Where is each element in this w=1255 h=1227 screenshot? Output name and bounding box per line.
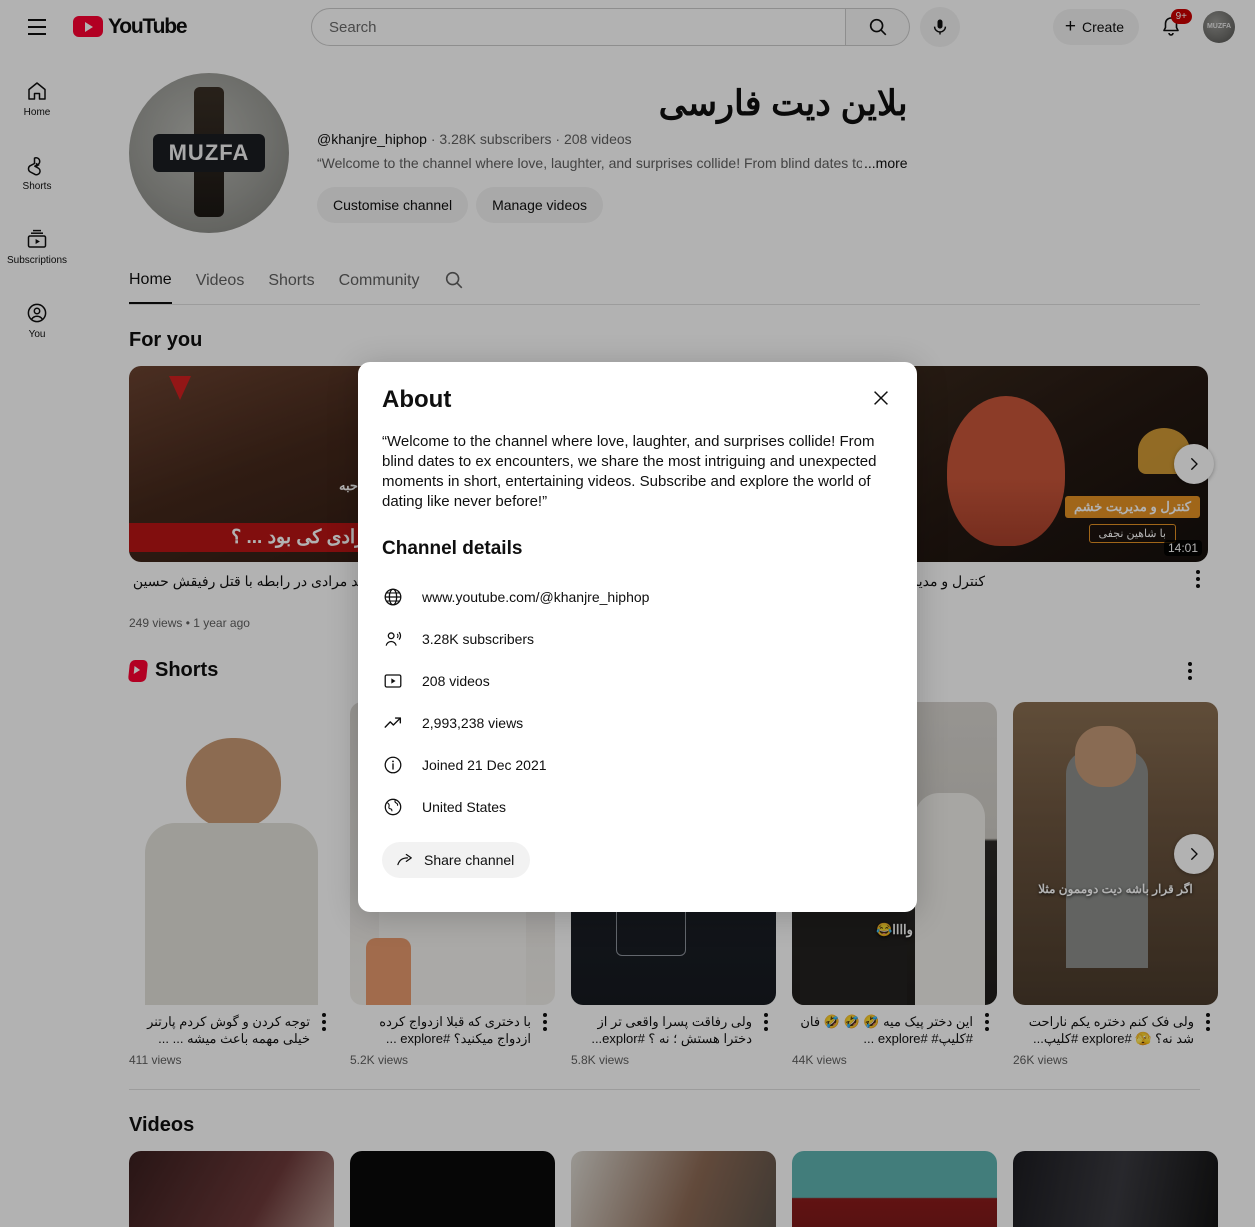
joined-date: Joined 21 Dec 2021 xyxy=(422,757,547,773)
detail-row-url[interactable]: www.youtube.com/@khanjre_hiphop xyxy=(382,576,893,618)
close-icon xyxy=(874,391,888,405)
share-channel-button[interactable]: Share channel xyxy=(382,842,531,878)
subscribers-count: 3.28K subscribers xyxy=(422,631,535,647)
earth-icon xyxy=(382,796,404,818)
people-icon xyxy=(382,628,404,650)
channel-url[interactable]: www.youtube.com/@khanjre_hiphop xyxy=(422,589,649,605)
detail-row-joined: Joined 21 Dec 2021 xyxy=(382,744,893,786)
videos-count: 208 videos xyxy=(422,673,490,689)
channel-details-heading: Channel details xyxy=(382,538,523,559)
channel-details-list: www.youtube.com/@khanjre_hiphop 3.28K su… xyxy=(382,576,893,828)
country: United States xyxy=(422,799,507,815)
detail-row-country: United States xyxy=(382,786,893,828)
dialog-header: About xyxy=(382,386,893,418)
trending-up-icon xyxy=(382,712,404,734)
detail-row-views: 2,993,238 views xyxy=(382,702,893,744)
about-dialog: About “Welcome to the channel where love… xyxy=(358,362,917,912)
dialog-description: “Welcome to the channel where love, laug… xyxy=(382,433,877,510)
views-count: 2,993,238 views xyxy=(422,715,524,731)
share-icon xyxy=(395,850,415,870)
info-icon xyxy=(382,754,404,776)
detail-row-subscribers: 3.28K subscribers xyxy=(382,618,893,660)
globe-icon xyxy=(382,586,404,608)
detail-row-videos: 208 videos xyxy=(382,660,893,702)
share-channel-label: Share channel xyxy=(424,852,515,868)
video-icon xyxy=(382,670,404,692)
dialog-title: About xyxy=(382,386,452,413)
close-button[interactable] xyxy=(861,378,901,418)
